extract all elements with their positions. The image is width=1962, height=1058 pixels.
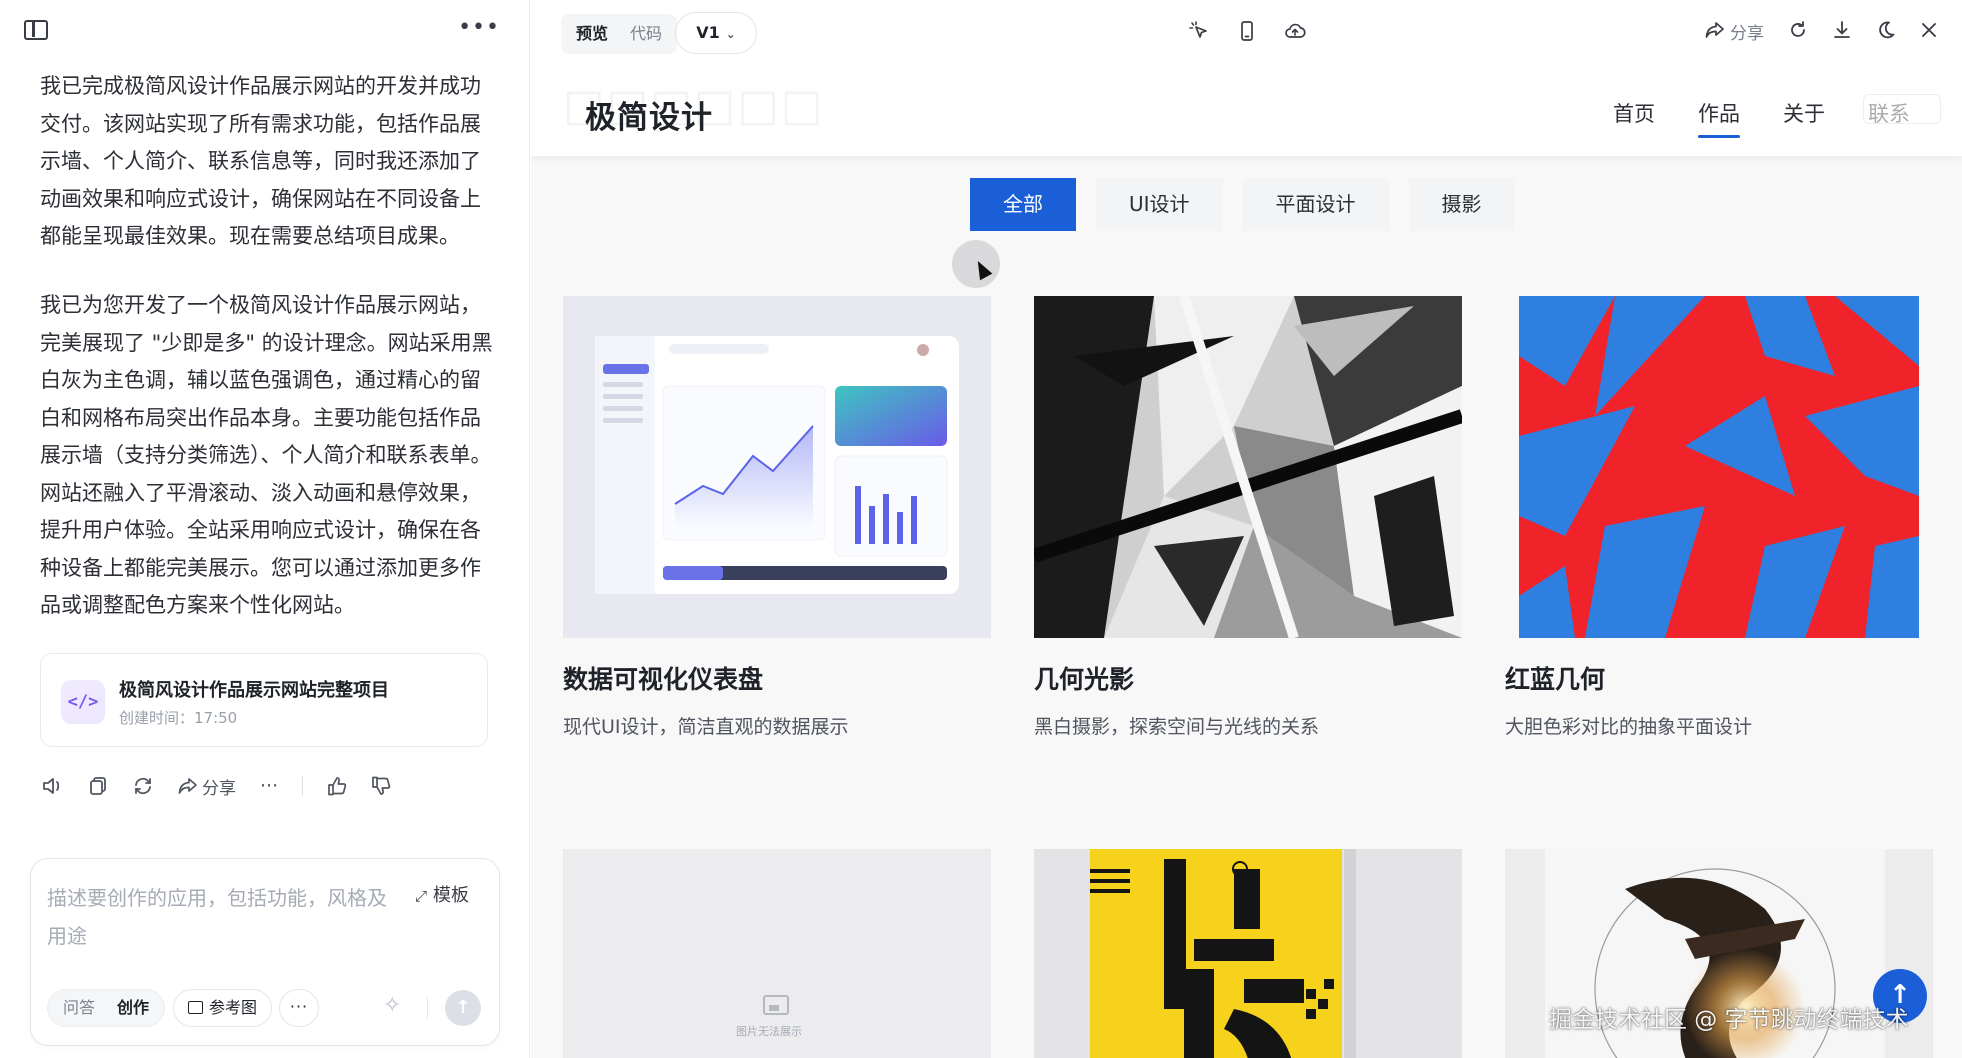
template-label: 模板 <box>433 885 469 906</box>
project-card[interactable]: </> 极简风设计作品展示网站完整项目 创建时间：17:50 <box>40 653 488 747</box>
filter-photo[interactable]: 摄影 <box>1408 178 1515 231</box>
share-button[interactable]: 分享 <box>1705 21 1764 46</box>
download-icon[interactable] <box>1832 20 1852 46</box>
divider <box>302 776 304 796</box>
preview-actions: 分享 <box>1681 20 1938 46</box>
assistant-reply-text: 我已为您开发了一个极简风设计作品展示网站，完美展现了 "少即是多" 的设计理念。… <box>40 293 493 617</box>
share-icon <box>1705 21 1724 38</box>
prompt-composer: 描述要创作的应用，包括功能，风格及用途 ⤢ 模板 问答 创作 参考图 ··· ✧ … <box>30 858 500 1046</box>
preview-code-switch: 预览 代码 <box>561 14 678 54</box>
work-description: 大胆色彩对比的抽象平面设计 <box>1505 716 1753 738</box>
work-title: 数据可视化仪表盘 <box>563 665 764 694</box>
work-card[interactable]: 红蓝几何 大胆色彩对比的抽象平面设计 <box>1505 296 1933 739</box>
sparkle-icon[interactable]: ✧ <box>383 993 401 1018</box>
site-header: □□□□□□ 极简设计 首页 作品 关于 联系 <box>531 66 1962 156</box>
divider <box>427 997 428 1019</box>
mobile-view-icon[interactable] <box>1235 20 1259 44</box>
share-label: 分享 <box>1730 23 1764 44</box>
refresh-icon[interactable] <box>1788 20 1808 46</box>
copy-icon[interactable] <box>88 772 108 800</box>
thumbs-up-icon[interactable] <box>327 772 347 800</box>
site-logo[interactable]: 极简设计 <box>585 92 713 137</box>
speaker-icon[interactable] <box>42 772 64 800</box>
nav-about[interactable]: 关于 <box>1783 98 1825 128</box>
dark-mode-icon[interactable] <box>1876 20 1896 46</box>
reference-image-button[interactable]: 参考图 <box>173 989 273 1027</box>
website-preview: □□□□□□ 极简设计 首页 作品 关于 联系 全部 UI设计 平面设计 摄影 <box>531 66 1962 1058</box>
work-image-red-blue-geometry <box>1505 296 1933 638</box>
version-label: V1 <box>696 23 720 42</box>
work-image-broken[interactable]: 图片无法展示 <box>563 849 991 1058</box>
work-image-dashboard <box>563 296 991 638</box>
project-card-time: 创建时间：17:50 <box>119 709 238 727</box>
mode-create[interactable]: 创作 <box>106 993 160 1023</box>
broken-image-label: 图片无法展示 <box>736 1025 802 1038</box>
work-image-geometry-photo <box>1034 296 1462 638</box>
work-title: 几何光影 <box>1034 665 1135 694</box>
fading-element <box>1863 94 1941 124</box>
filter-all[interactable]: 全部 <box>970 178 1076 231</box>
broken-image-placeholder: 图片无法展示 <box>736 995 804 1039</box>
sidebar-toggle-icon[interactable] <box>24 20 48 40</box>
select-element-icon[interactable] <box>1187 20 1211 44</box>
preview-panel: 预览 代码 V1 ⌄ 分享 □□□□□□ 极简设计 首页 作品 关于 全部 UI… <box>531 0 1962 1058</box>
chat-toolbar: ••• <box>24 17 500 42</box>
watermark-text: 掘金技术社区 @ 字节跳动终端技术 <box>1549 1007 1909 1033</box>
share-label: 分享 <box>202 778 236 799</box>
send-button[interactable]: ↑ <box>445 990 481 1026</box>
preview-toolbar: 预览 代码 V1 ⌄ 分享 <box>531 0 1962 66</box>
work-card[interactable]: 几何光影 黑白摄影，探索空间与光线的关系 <box>1034 296 1462 739</box>
tab-code[interactable]: 代码 <box>619 17 673 51</box>
mode-qa[interactable]: 问答 <box>52 993 106 1023</box>
work-card[interactable]: 数据可视化仪表盘 现代UI设计，简洁直观的数据展示 <box>563 296 991 739</box>
more-options-icon[interactable]: ••• <box>458 17 500 39</box>
template-button[interactable]: ⤢ 模板 <box>415 881 469 907</box>
share-button[interactable]: 分享 <box>178 772 236 800</box>
category-filter: 全部 UI设计 平面设计 摄影 <box>970 178 1535 231</box>
version-select[interactable]: V1 ⌄ <box>675 12 757 54</box>
nav-works[interactable]: 作品 <box>1698 98 1740 138</box>
thumbs-down-icon[interactable] <box>371 772 391 800</box>
view-mode-icons <box>1187 20 1331 44</box>
message-actions: 分享 ··· <box>42 772 415 800</box>
image-icon <box>188 1001 203 1014</box>
composer-more-button[interactable]: ··· <box>279 989 319 1027</box>
more-actions-icon[interactable]: ··· <box>260 772 278 800</box>
chat-panel: ••• 我已完成极简风设计作品展示网站的开发并成功交付。该网站实现了所有需求功能… <box>0 0 530 1058</box>
work-title: 红蓝几何 <box>1505 665 1606 694</box>
nav-home[interactable]: 首页 <box>1613 98 1655 128</box>
reference-image-label: 参考图 <box>209 998 258 1017</box>
work-description: 现代UI设计，简洁直观的数据展示 <box>563 716 849 738</box>
regenerate-icon[interactable] <box>132 772 154 800</box>
filter-graphic[interactable]: 平面设计 <box>1242 178 1389 231</box>
filter-ui[interactable]: UI设计 <box>1096 178 1223 231</box>
share-icon <box>178 778 197 794</box>
code-icon: </> <box>61 680 105 724</box>
prompt-input[interactable]: 描述要创作的应用，包括功能，风格及用途 <box>47 879 387 955</box>
chevron-down-icon: ⌄ <box>725 27 736 41</box>
tab-preview[interactable]: 预览 <box>565 17 619 51</box>
mode-switch: 问答 创作 <box>47 989 166 1027</box>
work-description: 黑白摄影，探索空间与光线的关系 <box>1034 716 1320 738</box>
broken-image-icon <box>763 995 789 1015</box>
work-image-yellow-poster[interactable] <box>1034 849 1462 1058</box>
deploy-icon[interactable] <box>1283 20 1307 44</box>
assistant-thinking-text: 我已完成极简风设计作品展示网站的开发并成功交付。该网站实现了所有需求功能，包括作… <box>40 74 481 248</box>
expand-icon: ⤢ <box>414 887 427 905</box>
close-icon[interactable] <box>1920 21 1938 45</box>
project-card-title: 极简风设计作品展示网站完整项目 <box>119 680 389 701</box>
